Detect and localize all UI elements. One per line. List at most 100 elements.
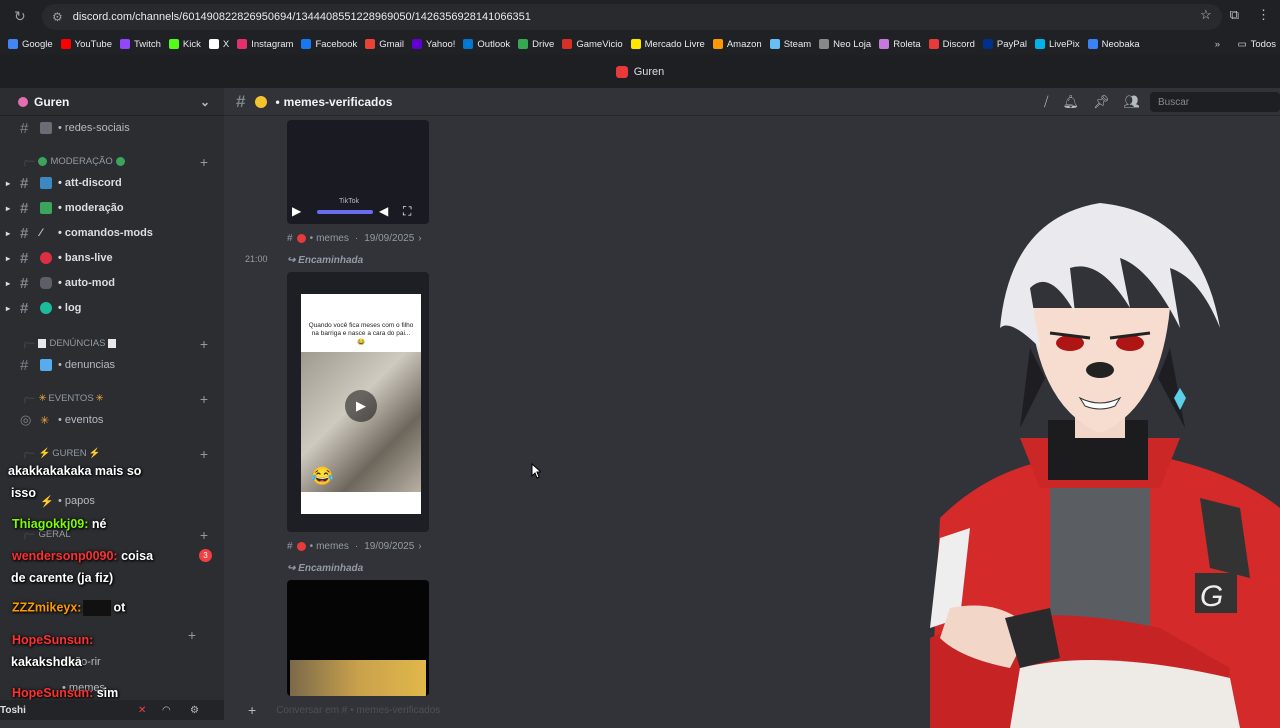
bookmark-amazon[interactable]: Amazon [712, 39, 762, 50]
bookmark-gamevicio[interactable]: GameVicio [562, 39, 623, 50]
bookmark-star-icon[interactable]: ☆ [1200, 7, 1212, 23]
bookmark-favicon-icon [365, 39, 376, 49]
gear-icon[interactable]: ⚙ [190, 705, 199, 716]
bookmark-outlook[interactable]: Outlook [463, 39, 510, 50]
bookmark-favicon-icon [769, 39, 780, 49]
menu-icon[interactable]: ⋮ [1257, 7, 1270, 23]
add-channel-icon[interactable]: + [200, 336, 208, 352]
bookmark-favicon-icon [237, 39, 248, 49]
bookmark-google[interactable]: Google [8, 39, 53, 50]
overlay-chat-line: kakakshdka [11, 655, 82, 669]
streamer-logo: G [1200, 580, 1223, 613]
username: Toshi [0, 704, 26, 716]
channel-comandos-mods[interactable]: ▸ # ⁄ • comandos-mods [0, 222, 224, 244]
video-attachment[interactable]: Quando você fica meses com o filho na ba… [287, 272, 429, 532]
fullscreen-icon[interactable]: ⛶ [403, 204, 411, 219]
channel-log[interactable]: ▸ # • log [0, 297, 224, 319]
bookmark-kick[interactable]: Kick [168, 39, 201, 50]
globe-icon [40, 302, 52, 314]
overlay-chat-line: akakkakakaka mais so [8, 464, 142, 478]
bookmark-favicon-icon [463, 39, 474, 49]
extensions-icon[interactable]: ⧉ [1230, 7, 1239, 23]
plus-icon[interactable]: + [248, 702, 256, 718]
channel-bans-live[interactable]: ▸ # • bans-live [0, 247, 224, 269]
bookmark-favicon-icon [168, 39, 179, 49]
bookmarks-bar: Google YouTube Twitch Kick X Instagram Faceboo… [0, 33, 1280, 55]
video-caption: Quando você fica meses com o filho na ba… [308, 322, 414, 346]
add-channel-icon[interactable]: + [188, 627, 196, 643]
bookmark-youtube[interactable]: YouTube [60, 39, 112, 50]
video-attachment[interactable]: TikTok ▶ ◀ ⛶ [287, 120, 429, 224]
address-bar[interactable]: ⚙ discord.com/channels/60149082282695069… [42, 3, 1222, 30]
channel-eventos[interactable]: ◎ ✳ • eventos [0, 409, 224, 431]
guild-header[interactable]: Guren ⌄ [0, 88, 224, 116]
headset-icon[interactable]: ◠ [162, 705, 171, 716]
forward-source[interactable]: # • memes · 19/09/2025 › [287, 541, 422, 552]
category-moderacao[interactable]: ╭─ MODERAÇÃO + [22, 154, 222, 170]
bookmark-discord[interactable]: Discord [928, 39, 975, 50]
bookmark-livepix[interactable]: LivePix [1034, 39, 1080, 50]
check-icon [40, 202, 52, 214]
search-input[interactable]: Buscar [1150, 92, 1280, 112]
video-progress[interactable] [317, 210, 373, 214]
play-icon[interactable]: ▶ [292, 204, 301, 218]
channel-denuncias[interactable]: # • denuncias [0, 354, 224, 376]
lightning-icon: ⚡ [40, 496, 54, 508]
bookmark-yahoo[interactable]: Yahoo! [412, 39, 455, 50]
channel-name: memes-verificados [283, 94, 393, 109]
channel-moderacao[interactable]: ▸ # • moderação [0, 197, 224, 219]
bookmark-mercado-livre[interactable]: Mercado Livre [630, 39, 705, 50]
add-channel-icon[interactable]: + [200, 154, 208, 170]
bookmark-favicon-icon [630, 39, 641, 49]
bookmark-paypal[interactable]: PayPal [982, 39, 1027, 50]
bookmark-gmail[interactable]: Gmail [365, 39, 404, 50]
bookmark-facebook[interactable]: Facebook [301, 39, 357, 50]
volume-icon[interactable]: ◀ [379, 204, 388, 218]
app-title-bar: Guren [0, 55, 1280, 88]
bookmark-neo-loja[interactable]: Neo Loja [819, 39, 871, 50]
forwarded-label: ↪ Encaminhada [287, 563, 364, 574]
user-panel: Toshi ✕ ◠ ⚙ [0, 700, 224, 720]
category-eventos[interactable]: ╭─ ✳ EVENTOS ✳ + [22, 391, 222, 407]
category-denuncias[interactable]: ╭─ DENÚNCIAS + [22, 336, 222, 352]
bookmark-steam[interactable]: Steam [769, 39, 811, 50]
forward-source[interactable]: # • memes · 19/09/2025 › [287, 233, 422, 244]
bookmark-roleta[interactable]: Roleta [879, 39, 921, 50]
channel-att-discord[interactable]: ▸ # • att-discord [0, 172, 224, 194]
category-guren[interactable]: ╭─ ⚡ GUREN ⚡ + [22, 446, 222, 462]
bookmark-neobaka[interactable]: Neobaka [1087, 39, 1140, 50]
emoji-icon [40, 177, 52, 189]
bell-icon[interactable]: 🔔︎ [1062, 94, 1079, 110]
more-bookmarks-icon[interactable]: » [1215, 39, 1220, 50]
video-frame: Quando você fica meses com o filho na ba… [301, 294, 421, 514]
hash-icon: # [236, 91, 246, 111]
bookmark-twitch[interactable]: Twitch [119, 39, 161, 50]
video-thumbnail [290, 660, 426, 696]
bookmark-favicon-icon [712, 39, 723, 49]
reload-icon[interactable]: ↻ [14, 8, 34, 25]
chevron-down-icon[interactable]: ⌄ [200, 95, 210, 109]
bookmark-favicon-icon [301, 39, 312, 49]
pin-icon[interactable]: 📌︎ [1093, 94, 1110, 110]
overlay-chat-line: Thiagokkj09: né [12, 517, 107, 531]
all-bookmarks-folder[interactable]: ▭ Todos [1238, 39, 1276, 50]
timestamp: 21:00 [245, 254, 268, 264]
add-channel-icon[interactable]: + [200, 446, 208, 462]
channel-redes-sociais[interactable]: # • redes-sociais [0, 117, 224, 139]
bookmark-drive[interactable]: Drive [518, 39, 554, 50]
site-settings-icon[interactable]: ⚙ [52, 10, 63, 24]
add-channel-icon[interactable]: + [200, 391, 208, 407]
bookmark-x[interactable]: X [208, 39, 229, 50]
channel-sidebar: Guren ⌄ # • redes-sociais ╭─ MODERAÇÃO + … [0, 88, 224, 720]
members-icon[interactable]: 👥︎ [1123, 94, 1140, 110]
bookmark-favicon-icon [412, 39, 423, 49]
video-attachment[interactable] [287, 580, 429, 696]
add-channel-icon[interactable]: + [200, 527, 208, 543]
emoji-icon [40, 122, 52, 134]
bookmark-favicon-icon [60, 39, 71, 49]
threads-icon[interactable]: ⧸ [1044, 94, 1048, 110]
mute-icon[interactable]: ✕ [138, 705, 146, 716]
play-icon[interactable]: ▶ [345, 390, 377, 422]
bookmark-instagram[interactable]: Instagram [237, 39, 293, 50]
channel-auto-mod[interactable]: ▸ # • auto-mod [0, 272, 224, 294]
